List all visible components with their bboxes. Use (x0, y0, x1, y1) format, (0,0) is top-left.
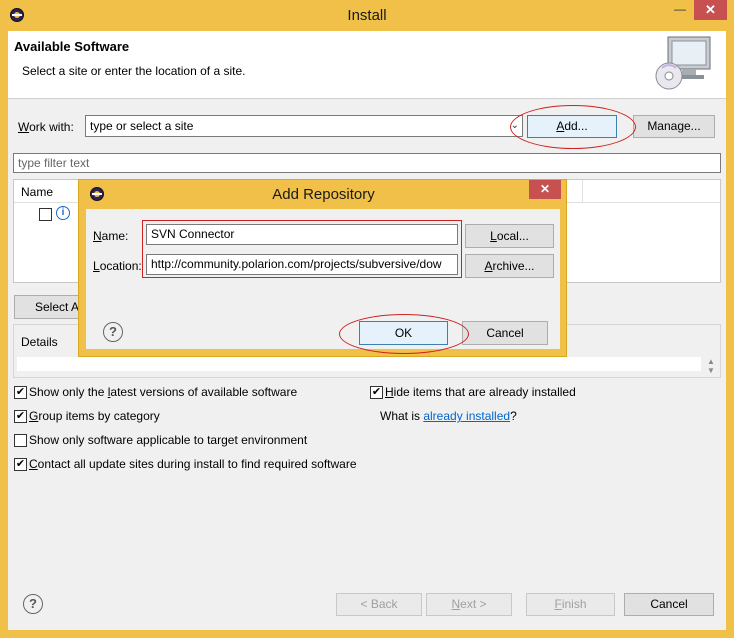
contact-accel: C (29, 457, 38, 471)
close-button[interactable]: ✕ (694, 0, 727, 20)
latest-versions-checkbox[interactable]: ✔ (14, 386, 27, 399)
hide-rest: ide items that are already installed (393, 385, 576, 399)
filter-placeholder: type filter text (18, 156, 90, 170)
next-accel: N (451, 597, 461, 611)
target-env-checkbox[interactable] (14, 434, 27, 447)
name-label: Name: (93, 229, 128, 243)
contact-rest: ontact all update sites during install t… (37, 457, 357, 471)
ok-button[interactable]: OK (359, 321, 448, 345)
help-button[interactable]: ? (23, 594, 43, 614)
name-value: SVN Connector (151, 227, 235, 241)
archive-rest: rchive... (492, 259, 535, 273)
location-rest: ocation: (99, 259, 142, 273)
dialog-close-icon: ✕ (539, 182, 551, 196)
info-icon: i (56, 206, 70, 220)
details-label: Details (21, 335, 58, 349)
details-scrollbar[interactable]: ▲ ▼ (704, 357, 718, 375)
dialog-cancel-button[interactable]: Cancel (462, 321, 548, 345)
help-icon: ? (29, 596, 37, 611)
local-accel: L (490, 229, 497, 243)
column-name-label: Name (21, 185, 54, 199)
hide-installed-checkbox[interactable]: ✔ (370, 386, 383, 399)
work-with-label-text: ork with: (29, 120, 74, 134)
work-with-value: type or select a site (90, 119, 194, 133)
what-is-installed-text: What is already installed? (380, 409, 517, 423)
dialog-title: Add Repository (272, 186, 375, 203)
window-title: Install (347, 7, 387, 24)
manage-button[interactable]: Manage... (633, 115, 715, 138)
column-divider (582, 180, 583, 202)
add-label: dd... (564, 119, 588, 133)
target-env-label[interactable]: Show only software applicable to target … (29, 433, 307, 447)
filter-input[interactable]: type filter text (13, 153, 721, 173)
name-rest: ame: (101, 229, 129, 243)
latest-versions-label[interactable]: Show only the latest versions of availab… (29, 385, 297, 399)
dialog-help-button[interactable]: ? (103, 322, 123, 342)
select-all-button[interactable]: Select Al (14, 295, 84, 319)
archive-button[interactable]: Archive... (465, 254, 554, 278)
page-title: Available Software (14, 39, 130, 54)
back-button[interactable]: < Back (336, 593, 422, 616)
install-monitor-cd-icon (654, 34, 716, 94)
minimize-icon: — (674, 2, 686, 16)
location-accel: L (93, 259, 100, 273)
finish-rest: inish (561, 597, 587, 611)
name-accel: N (93, 229, 102, 243)
location-value: http://community.polarion.com/projects/s… (151, 257, 442, 271)
work-with-combo[interactable]: type or select a site ⌄ (85, 115, 523, 137)
details-area (17, 357, 701, 371)
add-repository-dialog: Add Repository ✕ Name: SVN Connector Loc… (78, 179, 567, 357)
next-rest: ext > (460, 597, 487, 611)
group-rest: roup items by category (38, 409, 160, 423)
local-rest: ocal... (496, 229, 529, 243)
page-subtitle: Select a site or enter the location of a… (22, 64, 246, 78)
chevron-down-icon[interactable]: ⌄ (511, 116, 519, 136)
install-window: Install — ✕ Available Software Select a … (0, 0, 734, 638)
work-with-label: Work with: (18, 120, 74, 134)
contact-sites-label[interactable]: Contact all update sites during install … (29, 457, 357, 471)
cancel-button[interactable]: Cancel (624, 593, 714, 616)
finish-accel: F (554, 597, 562, 611)
group-by-category-checkbox[interactable]: ✔ (14, 410, 27, 423)
finish-button[interactable]: Finish (526, 593, 615, 616)
already-installed-link[interactable]: already installed (423, 409, 510, 423)
group-by-category-label[interactable]: Group items by category (29, 409, 160, 423)
what-is-question: ? (510, 409, 517, 423)
add-button[interactable]: Add... (527, 115, 617, 138)
hide-accel: H (385, 385, 394, 399)
header-banner: Available Software Select a site or ente… (8, 31, 726, 99)
group-accel: G (29, 409, 39, 423)
tree-row-checkbox[interactable] (39, 208, 52, 221)
latest-post: atest versions of available software (110, 385, 298, 399)
local-button[interactable]: Local... (465, 224, 554, 248)
hide-installed-label[interactable]: Hide items that are already installed (385, 385, 576, 399)
name-field[interactable]: SVN Connector (146, 224, 458, 245)
dialog-close-button[interactable]: ✕ (529, 180, 561, 199)
latest-pre: Show only the (29, 385, 108, 399)
location-field[interactable]: http://community.polarion.com/projects/s… (146, 254, 458, 275)
contact-sites-checkbox[interactable]: ✔ (14, 458, 27, 471)
next-button[interactable]: Next > (426, 593, 512, 616)
archive-accel: A (484, 259, 493, 273)
minimize-button[interactable]: — (667, 0, 693, 20)
dialog-client: Name: SVN Connector Location: http://com… (86, 209, 560, 354)
work-with-accel: W (18, 120, 30, 134)
location-label: Location: (93, 259, 142, 273)
what-is-label: What is (380, 409, 424, 423)
dialog-help-icon: ? (109, 324, 117, 339)
close-icon: ✕ (705, 2, 716, 17)
